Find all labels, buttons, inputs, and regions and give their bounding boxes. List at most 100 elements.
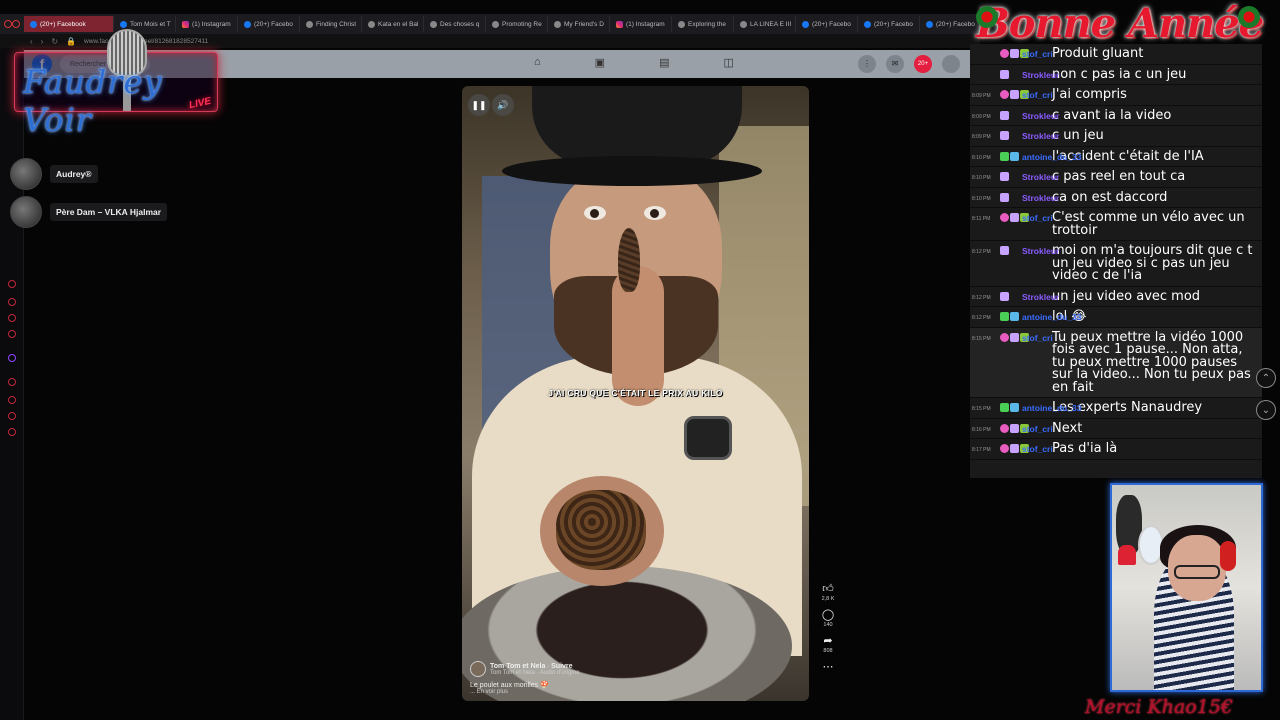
browser-sidebar: [0, 48, 24, 720]
sidebar-downloads-icon[interactable]: [8, 396, 16, 404]
heart-badge-icon: [1000, 213, 1009, 222]
address-bar[interactable]: ‹ › ↻ 🔒 www.facebook.com/reel/8126818285…: [0, 34, 980, 48]
browser-tab[interactable]: (20+) Facebook: [24, 16, 114, 32]
globe-icon: [306, 20, 313, 28]
like-count: 2,8 K: [821, 596, 835, 602]
tab-label: (1) Instagram: [192, 20, 231, 28]
chat-timestamp: 8:10 PM: [972, 195, 991, 202]
window-dot-icon[interactable]: [4, 20, 12, 28]
more-options-icon[interactable]: ⋯: [823, 660, 834, 673]
scroll-up-icon[interactable]: ⌃: [1256, 368, 1276, 388]
pause-icon[interactable]: ❚❚: [468, 94, 490, 116]
globe-icon: [554, 20, 561, 28]
stream-screen: (20+) Facebook Tom Mois et T (1) Instagram…: [0, 0, 1280, 720]
chat-username[interactable]: Strokleur: [1022, 246, 1059, 256]
browser-tab[interactable]: Finding Christ: [300, 16, 362, 32]
browser-tab[interactable]: (20+) Facebo: [238, 16, 300, 32]
chat-username[interactable]: Strokleur: [1022, 131, 1059, 141]
tab-label: (20+) Facebo: [812, 20, 851, 28]
chat-username[interactable]: Strokleur: [1022, 193, 1059, 203]
like-icon[interactable]: 👍︎: [822, 582, 834, 595]
facebook-icon: [30, 20, 37, 28]
profile-avatar[interactable]: [942, 55, 960, 73]
notifications-icon[interactable]: 20+: [914, 55, 932, 73]
reload-icon[interactable]: ↻: [51, 37, 58, 46]
sidebar-messenger-icon[interactable]: [8, 280, 16, 288]
chat-text: ca on est daccord: [1052, 189, 1168, 205]
chat-timestamp: 8:10 PM: [972, 175, 991, 181]
chat-username[interactable]: Strokleur: [1022, 292, 1059, 302]
browser-tab[interactable]: Kata en el Bal: [362, 16, 424, 32]
browser-tab[interactable]: Promoting Re: [486, 16, 548, 32]
chat-text: lol 😂: [1052, 309, 1087, 324]
stream-logo: Faudrey Voir LIVE: [14, 29, 218, 139]
browser-tab[interactable]: LA LINEA E III: [734, 16, 796, 32]
tab-list-icon[interactable]: [12, 20, 20, 28]
gem-badge-icon: [1010, 332, 1019, 342]
reel-video[interactable]: ❚❚ 🔊 J'AI CRU QUE C'ÉTAIT LE PRIX AU KIL…: [462, 86, 809, 701]
chat-username[interactable]: stof_cri: [1022, 333, 1053, 343]
forward-icon[interactable]: ›: [41, 37, 44, 46]
chat-username[interactable]: stof_cri: [1022, 49, 1053, 59]
sidebar-settings-icon[interactable]: [8, 428, 16, 436]
browser-tab[interactable]: (20+) Facebo: [796, 16, 858, 32]
browser-tab[interactable]: Des choses q: [424, 16, 486, 32]
chat-timestamp: 8:12 PM: [972, 249, 991, 255]
follow-button[interactable]: Suivre: [551, 663, 572, 670]
heart-badge-icon: [1000, 49, 1009, 58]
heart-badge-icon: [1000, 423, 1009, 433]
home-icon[interactable]: ⌂: [534, 56, 541, 69]
volume-icon[interactable]: 🔊: [492, 94, 514, 116]
comment-icon[interactable]: ◯: [822, 608, 834, 621]
chat-username[interactable]: antoine_du_33: [1022, 152, 1082, 162]
chat-username[interactable]: Strokleur: [1022, 111, 1059, 121]
author-name[interactable]: Tom Tom et Nela: [490, 663, 545, 670]
browser-tab[interactable]: Exploring the: [672, 16, 734, 32]
chat-text: l'accident c'était de l'IA: [1052, 148, 1204, 164]
contact-name: Audrey®: [50, 165, 98, 183]
share-icon[interactable]: ➦: [823, 634, 832, 647]
back-icon[interactable]: ‹: [30, 37, 33, 46]
video-icon[interactable]: ▣: [595, 56, 605, 69]
sidebar-notes-icon[interactable]: [8, 412, 16, 420]
scroll-down-icon[interactable]: ⌄: [1256, 400, 1276, 420]
gaming-icon[interactable]: ◫: [723, 56, 733, 69]
chat-timestamp: 8:10 PM: [972, 154, 991, 161]
browser-tab[interactable]: My Friend's D: [548, 16, 610, 32]
chat-text: c avant ia la video: [1052, 107, 1172, 123]
chat-username[interactable]: antoine_du_33: [1022, 403, 1082, 413]
holly-icon: [976, 6, 998, 28]
heart-badge-icon: [1000, 90, 1009, 99]
chat-username[interactable]: stof_cri: [1022, 90, 1053, 100]
browser-tab[interactable]: (1) Instagram: [176, 16, 238, 32]
menu-grid-icon[interactable]: ⋮: [858, 55, 876, 73]
browser-tab[interactable]: (20+) Facebo: [920, 16, 980, 32]
chat-text: moi on m'a toujours dit que c t un jeu v…: [1052, 243, 1253, 283]
chat-panel[interactable]: stof_cri Produit gluant Strokleur non c pas…: [970, 44, 1262, 478]
chat-message: 8:10 PM Strokleur c pas reel en tout ca: [970, 167, 1262, 188]
chat-username[interactable]: Strokleur: [1022, 172, 1059, 182]
sidebar-telegram-icon[interactable]: [8, 330, 16, 338]
browser-tab[interactable]: (20+) Facebo: [858, 16, 920, 32]
author-avatar[interactable]: [470, 661, 486, 677]
browser-tab[interactable]: (1) Instagram: [610, 16, 672, 32]
sidebar-whatsapp-icon[interactable]: [8, 314, 16, 322]
sidebar-twitch-icon[interactable]: [8, 354, 16, 362]
chat-username[interactable]: stof_cri: [1022, 424, 1053, 434]
sidebar-instagram-icon[interactable]: [8, 298, 16, 306]
marketplace-icon[interactable]: ▤: [659, 56, 669, 69]
globe-icon: [492, 20, 499, 28]
chat-username[interactable]: stof_cri: [1022, 444, 1053, 454]
tv-badge-icon: [1010, 403, 1019, 412]
audio-label[interactable]: Tom Tom et Nela · Audio d'origine: [490, 670, 579, 676]
chat-username[interactable]: stof_cri: [1022, 213, 1053, 223]
gem-badge-icon: [1010, 90, 1019, 99]
chat-username[interactable]: antoine_du_33: [1022, 312, 1082, 322]
sidebar-history-icon[interactable]: [8, 378, 16, 386]
contact-item[interactable]: Père Dam – VLKA Hjalmar: [10, 196, 168, 228]
messenger-icon[interactable]: ✉: [886, 55, 904, 73]
see-more-link[interactable]: ... En voir plus: [470, 689, 710, 695]
contact-item[interactable]: Audrey®: [10, 158, 98, 190]
gem-badge-icon: [1010, 213, 1019, 222]
chat-username[interactable]: Strokleur: [1022, 70, 1059, 80]
